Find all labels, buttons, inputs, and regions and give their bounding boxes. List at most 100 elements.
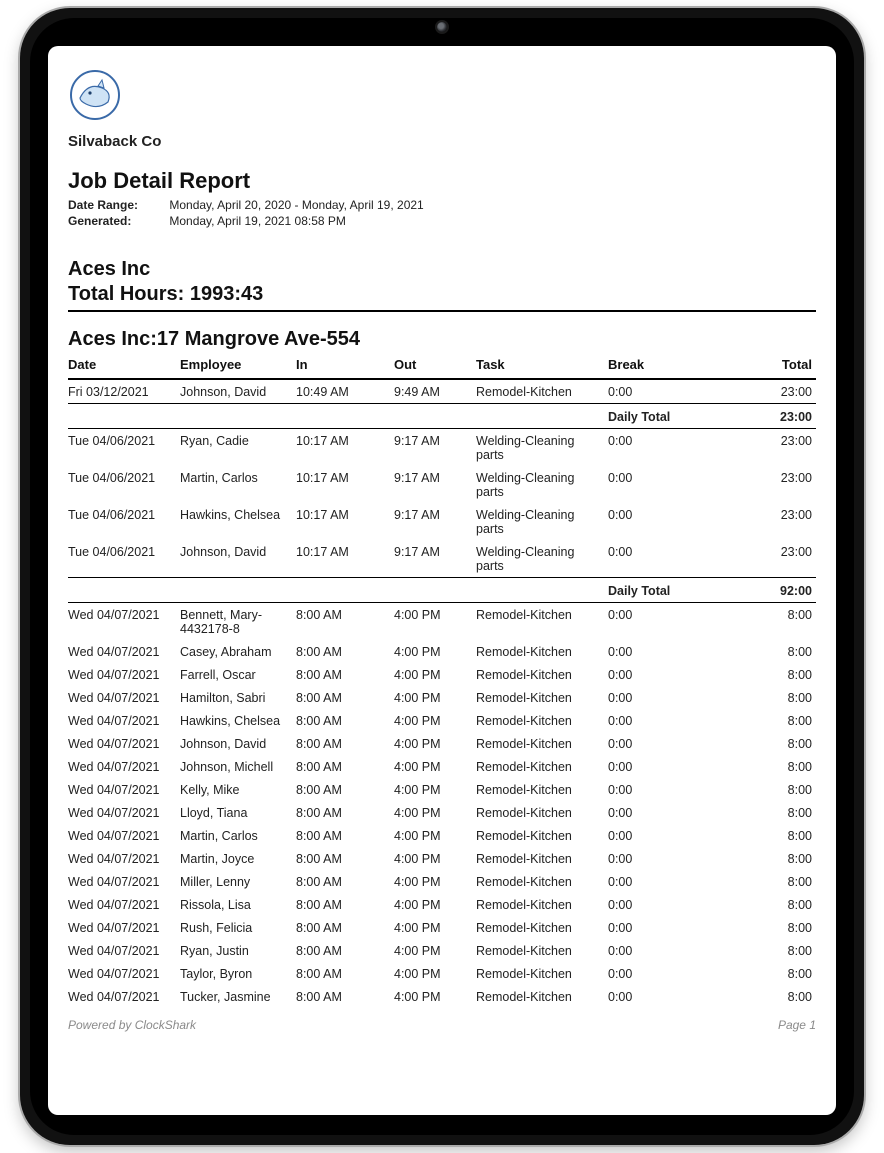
cell-out: 4:00 PM xyxy=(394,709,476,732)
cell-break: 0:00 xyxy=(608,916,718,939)
table-row: Wed 04/07/2021Johnson, Michell8:00 AM4:0… xyxy=(68,755,816,778)
cell-break: 0:00 xyxy=(608,603,718,641)
cell-in: 8:00 AM xyxy=(296,916,394,939)
cell-total: 8:00 xyxy=(718,939,816,962)
cell-employee: Hamilton, Sabri xyxy=(180,686,296,709)
cell-date: Wed 04/07/2021 xyxy=(68,962,180,985)
cell-total: 23:00 xyxy=(718,466,816,503)
camera-icon xyxy=(437,22,447,32)
cell-in: 8:00 AM xyxy=(296,778,394,801)
cell-date: Tue 04/06/2021 xyxy=(68,540,180,578)
cell-out: 4:00 PM xyxy=(394,985,476,1008)
total-hours-label: Total Hours: xyxy=(68,283,184,305)
cell-task: Remodel-Kitchen xyxy=(476,985,608,1008)
footer-right: Page 1 xyxy=(778,1018,816,1032)
cell-date: Wed 04/07/2021 xyxy=(68,732,180,755)
table-row: Wed 04/07/2021Farrell, Oscar8:00 AM4:00 … xyxy=(68,663,816,686)
cell-break: 0:00 xyxy=(608,379,718,404)
cell-task: Remodel-Kitchen xyxy=(476,778,608,801)
cell-break: 0:00 xyxy=(608,466,718,503)
cell-break: 0:00 xyxy=(608,870,718,893)
cell-total: 8:00 xyxy=(718,709,816,732)
cell-in: 10:49 AM xyxy=(296,379,394,404)
cell-task: Remodel-Kitchen xyxy=(476,686,608,709)
col-employee: Employee xyxy=(180,353,296,379)
table-header-row: Date Employee In Out Task Break Total xyxy=(68,353,816,379)
cell-in: 10:17 AM xyxy=(296,503,394,540)
cell-total: 8:00 xyxy=(718,847,816,870)
cell-employee: Miller, Lenny xyxy=(180,870,296,893)
cell-out: 4:00 PM xyxy=(394,755,476,778)
cell-out: 4:00 PM xyxy=(394,732,476,755)
cell-total: 8:00 xyxy=(718,663,816,686)
date-range-value: Monday, April 20, 2020 - Monday, April 1… xyxy=(169,198,423,212)
cell-out: 4:00 PM xyxy=(394,962,476,985)
cell-date: Wed 04/07/2021 xyxy=(68,916,180,939)
cell-task: Welding-Cleaning parts xyxy=(476,540,608,578)
table-row: Tue 04/06/2021Hawkins, Chelsea10:17 AM9:… xyxy=(68,503,816,540)
cell-date: Fri 03/12/2021 xyxy=(68,379,180,404)
cell-date: Wed 04/07/2021 xyxy=(68,985,180,1008)
cell-break: 0:00 xyxy=(608,732,718,755)
cell-out: 9:17 AM xyxy=(394,540,476,578)
cell-date: Wed 04/07/2021 xyxy=(68,663,180,686)
cell-task: Welding-Cleaning parts xyxy=(476,429,608,467)
cell-total: 8:00 xyxy=(718,870,816,893)
tablet-frame: Silvaback Co Job Detail Report Date Rang… xyxy=(20,8,864,1145)
cell-task: Remodel-Kitchen xyxy=(476,847,608,870)
cell-break: 0:00 xyxy=(608,939,718,962)
cell-date: Wed 04/07/2021 xyxy=(68,801,180,824)
cell-total: 8:00 xyxy=(718,640,816,663)
daily-total-row: Daily Total23:00 xyxy=(68,404,816,429)
shark-logo-icon xyxy=(68,68,122,122)
cell-break: 0:00 xyxy=(608,663,718,686)
cell-out: 4:00 PM xyxy=(394,824,476,847)
table-row: Wed 04/07/2021Lloyd, Tiana8:00 AM4:00 PM… xyxy=(68,801,816,824)
cell-out: 4:00 PM xyxy=(394,801,476,824)
page-footer: Powered by ClockShark Page 1 xyxy=(68,1018,816,1032)
cell-task: Remodel-Kitchen xyxy=(476,962,608,985)
col-in: In xyxy=(296,353,394,379)
table-row: Wed 04/07/2021Tucker, Jasmine8:00 AM4:00… xyxy=(68,985,816,1008)
cell-employee: Taylor, Byron xyxy=(180,962,296,985)
screen: Silvaback Co Job Detail Report Date Rang… xyxy=(48,46,836,1115)
date-range-label: Date Range: xyxy=(68,198,166,212)
cell-total: 8:00 xyxy=(718,893,816,916)
cell-break: 0:00 xyxy=(608,962,718,985)
cell-in: 10:17 AM xyxy=(296,540,394,578)
cell-in: 8:00 AM xyxy=(296,939,394,962)
table-row: Wed 04/07/2021Martin, Carlos8:00 AM4:00 … xyxy=(68,824,816,847)
cell-task: Remodel-Kitchen xyxy=(476,755,608,778)
table-row: Wed 04/07/2021Ryan, Justin8:00 AM4:00 PM… xyxy=(68,939,816,962)
cell-date: Wed 04/07/2021 xyxy=(68,778,180,801)
cell-out: 4:00 PM xyxy=(394,916,476,939)
cell-out: 4:00 PM xyxy=(394,893,476,916)
cell-task: Remodel-Kitchen xyxy=(476,379,608,404)
cell-date: Wed 04/07/2021 xyxy=(68,893,180,916)
cell-date: Wed 04/07/2021 xyxy=(68,709,180,732)
table-row: Wed 04/07/2021Rissola, Lisa8:00 AM4:00 P… xyxy=(68,893,816,916)
cell-total: 8:00 xyxy=(718,985,816,1008)
blank-cell xyxy=(68,578,180,603)
blank-cell xyxy=(296,578,394,603)
cell-in: 8:00 AM xyxy=(296,847,394,870)
cell-out: 9:49 AM xyxy=(394,379,476,404)
customer-section: Aces Inc Total Hours: 1993:43 xyxy=(68,258,816,312)
col-out: Out xyxy=(394,353,476,379)
job-title: Aces Inc:17 Mangrove Ave-554 xyxy=(68,328,816,351)
cell-in: 10:17 AM xyxy=(296,429,394,467)
table-row: Wed 04/07/2021Miller, Lenny8:00 AM4:00 P… xyxy=(68,870,816,893)
table-row: Tue 04/06/2021Johnson, David10:17 AM9:17… xyxy=(68,540,816,578)
cell-employee: Rush, Felicia xyxy=(180,916,296,939)
cell-task: Remodel-Kitchen xyxy=(476,893,608,916)
cell-break: 0:00 xyxy=(608,985,718,1008)
cell-employee: Martin, Carlos xyxy=(180,824,296,847)
blank-cell xyxy=(476,404,608,429)
cell-break: 0:00 xyxy=(608,709,718,732)
blank-cell xyxy=(476,578,608,603)
cell-employee: Kelly, Mike xyxy=(180,778,296,801)
cell-total: 8:00 xyxy=(718,778,816,801)
table-row: Wed 04/07/2021Hamilton, Sabri8:00 AM4:00… xyxy=(68,686,816,709)
section-rule xyxy=(68,310,816,312)
cell-out: 4:00 PM xyxy=(394,640,476,663)
